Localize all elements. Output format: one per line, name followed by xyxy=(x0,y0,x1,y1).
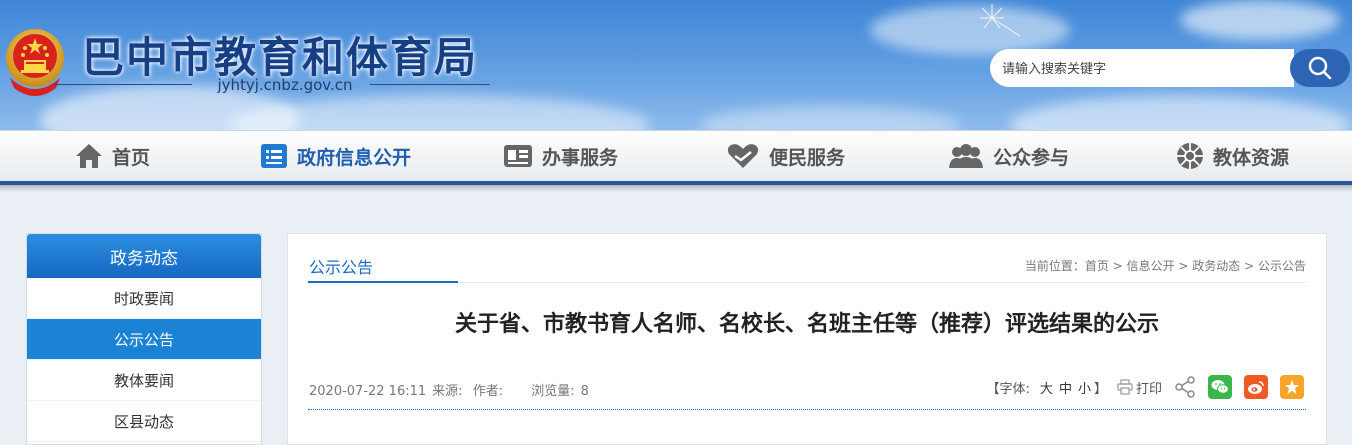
source-label: 来源: xyxy=(432,384,463,399)
breadcrumb-prefix: 当前位置： xyxy=(1024,259,1085,273)
views-label: 浏览量: xyxy=(531,384,575,399)
sidebar-item-announcements[interactable]: 公示公告 xyxy=(27,319,261,360)
nav-item-home[interactable]: 首页 xyxy=(75,131,150,181)
nav-label: 政府信息公开 xyxy=(297,146,412,169)
nav-label: 便民服务 xyxy=(769,146,846,169)
nav-label: 教体资源 xyxy=(1213,146,1290,169)
search-box xyxy=(990,49,1294,87)
article-meta: 2020-07-22 16:11 来源: 作者: 浏览量: 8 xyxy=(309,380,595,399)
gov-info-icon xyxy=(261,144,287,168)
views-count: 8 xyxy=(580,384,589,399)
nav-label: 办事服务 xyxy=(542,146,619,169)
national-emblem-icon xyxy=(6,29,64,96)
sidebar-title: 政务动态 xyxy=(27,234,261,278)
weibo-share-button[interactable] xyxy=(1244,375,1268,399)
search-button[interactable] xyxy=(1290,49,1350,87)
home-icon xyxy=(76,144,102,168)
printer-icon xyxy=(1117,379,1133,395)
breadcrumb-separator: > xyxy=(1240,259,1258,273)
main-nav: 首页 政府信息公开 办事服务 便民服务 公众参与 教体资源 xyxy=(0,130,1352,185)
share-icon[interactable] xyxy=(1174,376,1196,398)
breadcrumb-separator: > xyxy=(1174,259,1193,273)
article-tools: 【字体: 大 中 小 】 打印 xyxy=(987,374,1304,400)
nav-item-participation[interactable]: 公众参与 xyxy=(948,131,1069,181)
breadcrumb-item-home[interactable]: 首页 xyxy=(1085,259,1109,273)
font-size-small[interactable]: 小 xyxy=(1078,378,1091,397)
author-label: 作者: xyxy=(472,384,504,399)
font-size-medium[interactable]: 中 xyxy=(1059,378,1072,397)
people-icon xyxy=(949,144,983,168)
nav-shadow xyxy=(0,184,1352,192)
cloud-decoration xyxy=(700,105,960,130)
tab-announcements[interactable]: 公示公告 xyxy=(309,254,373,278)
sports-ball-icon xyxy=(1177,143,1203,169)
tab-underline xyxy=(308,281,458,283)
breadcrumb-item-info[interactable]: 信息公开 xyxy=(1127,259,1175,273)
domain-line: jyhtyj.cnbz.gov.cn xyxy=(52,76,490,94)
nav-item-gov-info[interactable]: 政府信息公开 xyxy=(260,131,411,181)
nav-item-resources[interactable]: 教体资源 xyxy=(1176,131,1289,181)
favorite-button[interactable] xyxy=(1280,375,1304,399)
cloud-decoration xyxy=(230,95,650,130)
site-domain: jyhtyj.cnbz.gov.cn xyxy=(217,76,353,94)
services-icon xyxy=(504,145,532,167)
article-title: 关于省、市教书育人名师、名校长、名班主任等（推荐）评选结果的公示 xyxy=(454,312,1159,337)
wechat-share-button[interactable] xyxy=(1208,375,1232,399)
font-size-large[interactable]: 大 xyxy=(1040,378,1053,397)
meta-divider xyxy=(308,409,1306,410)
cloud-decoration xyxy=(1010,95,1350,130)
star-icon xyxy=(1285,380,1299,394)
search-icon xyxy=(1308,56,1332,80)
font-size-close: 】 xyxy=(1093,381,1107,397)
breadcrumb-item-dynamics[interactable]: 政务动态 xyxy=(1192,259,1240,273)
dandelion-icon xyxy=(980,4,1021,37)
nav-label: 首页 xyxy=(112,146,151,169)
site-header: 巴中市教育和体育局 jyhtyj.cnbz.gov.cn xyxy=(0,0,1352,130)
breadcrumb-separator: > xyxy=(1108,259,1127,273)
search-input[interactable] xyxy=(1000,57,1284,81)
cloud-decoration xyxy=(1180,0,1340,40)
breadcrumb-item-announcements[interactable]: 公示公告 xyxy=(1258,259,1306,273)
font-size-label: 【字体: xyxy=(986,381,1030,397)
nav-label: 公众参与 xyxy=(993,146,1070,169)
print-button[interactable]: 打印 xyxy=(1117,378,1162,397)
article-panel: 公示公告 当前位置：首页 > 信息公开 > 政务动态 > 公示公告 关于省、市教… xyxy=(287,233,1327,445)
breadcrumb: 当前位置：首页 > 信息公开 > 政务动态 > 公示公告 xyxy=(1025,257,1306,274)
sidebar: 政务动态 时政要闻 公示公告 教体要闻 区县动态 xyxy=(26,233,262,445)
print-label: 打印 xyxy=(1135,381,1162,397)
weibo-icon xyxy=(1248,381,1264,394)
nav-item-convenience[interactable]: 便民服务 xyxy=(726,131,845,181)
nav-item-services[interactable]: 办事服务 xyxy=(503,131,618,181)
wechat-icon xyxy=(1211,380,1229,394)
sidebar-item-politics-news[interactable]: 时政要闻 xyxy=(27,278,261,319)
sidebar-item-education-news[interactable]: 教体要闻 xyxy=(27,360,261,401)
article-date: 2020-07-22 16:11 xyxy=(309,384,427,399)
heart-hand-icon xyxy=(727,144,759,168)
